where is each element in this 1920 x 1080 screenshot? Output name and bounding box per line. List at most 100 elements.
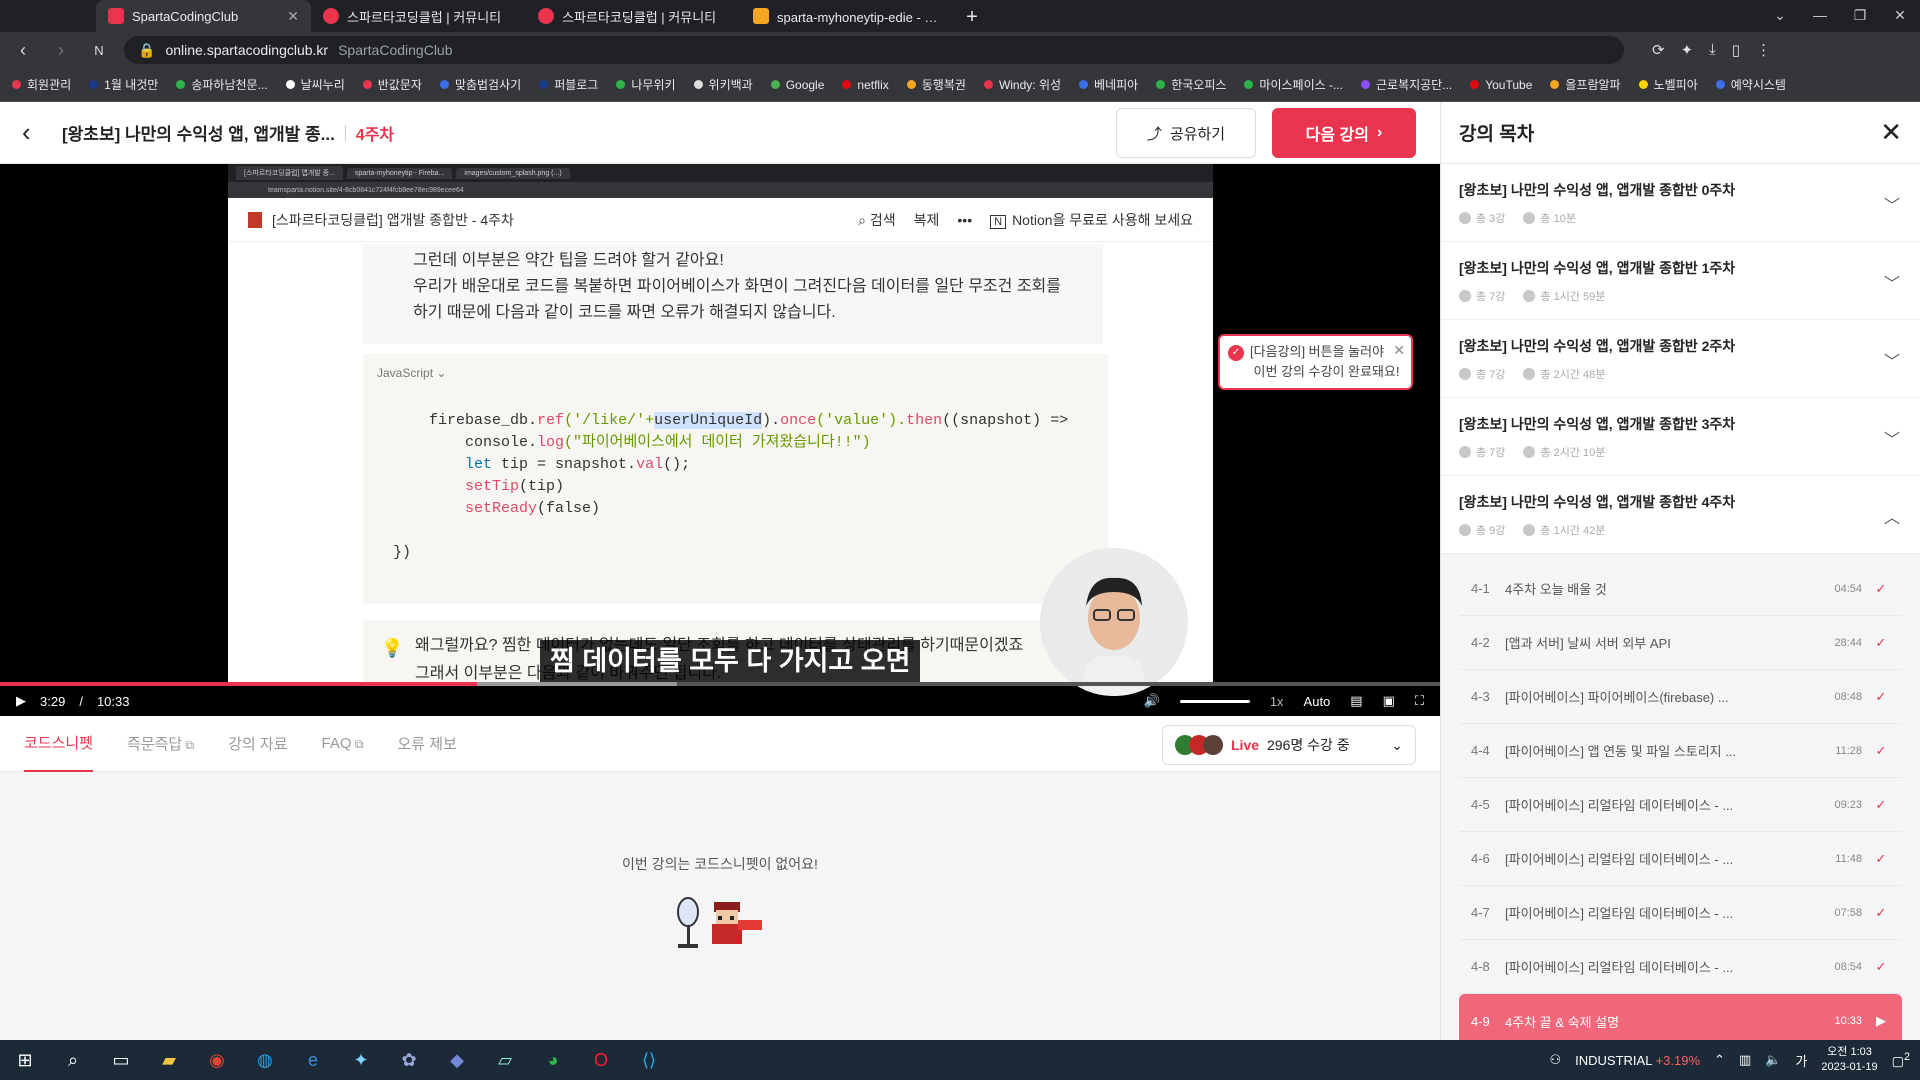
sidepanel-icon[interactable]: ▯ bbox=[1732, 41, 1740, 59]
bookmark-item[interactable]: 예약시스템 bbox=[1715, 76, 1786, 93]
lesson-item[interactable]: 4-6 [파이어베이스] 리얼타임 데이터베이스 - ... 11:48 ✓ bbox=[1459, 832, 1902, 886]
people-icon[interactable]: ⚇ bbox=[1549, 1052, 1561, 1068]
tab-1[interactable]: 즉문즉답 ⧉ bbox=[127, 733, 194, 754]
bookmark-item[interactable]: 올프람알파 bbox=[1550, 76, 1621, 93]
close-window-icon[interactable]: ✕ bbox=[1880, 0, 1920, 32]
chevron-down-icon[interactable]: ﹀ bbox=[1884, 426, 1900, 450]
bookmark-item[interactable]: 동행복권 bbox=[906, 76, 966, 93]
bookmark-item[interactable]: YouTube bbox=[1470, 78, 1532, 92]
extensions-icon[interactable]: ✦ bbox=[1681, 41, 1694, 59]
lesson-item[interactable]: 4-9 4주차 끝 & 숙제 설명 10:33 ▶ bbox=[1459, 994, 1902, 1040]
bookmark-item[interactable]: netflix bbox=[842, 78, 889, 92]
reload-icon[interactable]: ⟳ bbox=[1652, 41, 1665, 59]
chevron-up-icon[interactable]: ⌃ bbox=[1714, 1052, 1725, 1068]
app-icon[interactable]: ▱ bbox=[490, 1045, 520, 1075]
restore-icon[interactable]: ❐ bbox=[1840, 0, 1880, 32]
new-tab-button[interactable]: + bbox=[956, 2, 988, 32]
bookmark-item[interactable]: 마이스페이스 -... bbox=[1244, 76, 1343, 93]
chrome-icon[interactable]: ◉ bbox=[202, 1045, 232, 1075]
lesson-item[interactable]: 4-7 [파이어베이스] 리얼타임 데이터베이스 - ... 07:58 ✓ bbox=[1459, 886, 1902, 940]
back-chevron-icon[interactable]: ‹ bbox=[22, 117, 62, 148]
chevron-down-icon[interactable]: ﹀ bbox=[1884, 192, 1900, 216]
clock[interactable]: 오전 1:03 2023-01-19 bbox=[1821, 1045, 1877, 1075]
task-view-icon[interactable]: ▭ bbox=[106, 1045, 136, 1075]
back-arrow-icon[interactable]: ‹ bbox=[10, 40, 36, 61]
ie-icon[interactable]: e bbox=[298, 1045, 328, 1075]
network-icon[interactable]: ▥ bbox=[1739, 1052, 1751, 1068]
url-field[interactable]: 🔒 online.spartacodingclub.kr SpartaCodin… bbox=[124, 36, 1624, 64]
bookmark-item[interactable]: 맞춤법검사기 bbox=[439, 76, 521, 93]
live-viewers[interactable]: Live 296명 수강 중 ⌄ bbox=[1162, 725, 1416, 765]
quality-button[interactable]: Auto bbox=[1304, 694, 1331, 709]
play-icon[interactable]: ▶ bbox=[16, 693, 26, 709]
lesson-item[interactable]: 4-4 [파이어베이스] 앱 연동 및 파일 스토리지 ... 11:28 ✓ bbox=[1459, 724, 1902, 778]
forward-arrow-icon[interactable]: › bbox=[48, 40, 74, 61]
stock-widget[interactable]: INDUSTRIAL +3.19% bbox=[1575, 1053, 1700, 1068]
lesson-item[interactable]: 4-2 [앱과 서버] 날씨 서버 외부 API 28:44 ✓ bbox=[1459, 616, 1902, 670]
share-button[interactable]: ⤴ 공유하기 bbox=[1116, 108, 1256, 158]
bookmark-item[interactable]: 1월 내것만 bbox=[89, 76, 158, 93]
volume-icon[interactable]: 🔊 bbox=[1144, 693, 1160, 709]
ime-icon[interactable]: 가 bbox=[1795, 1051, 1807, 1070]
bookmark-item[interactable]: 반값문자 bbox=[362, 76, 422, 93]
lesson-item[interactable]: 4-3 [파이어베이스] 파이어베이스(firebase) ... 08:48 ✓ bbox=[1459, 670, 1902, 724]
bookmark-item[interactable]: 한국오피스 bbox=[1156, 76, 1226, 93]
windows-start-icon[interactable]: ⊞ bbox=[10, 1045, 40, 1075]
chevron-down-icon[interactable]: ⌄ bbox=[1760, 0, 1800, 32]
search-icon[interactable]: ⌕ bbox=[58, 1045, 88, 1075]
opera-icon[interactable]: O bbox=[586, 1045, 616, 1075]
lesson-item[interactable]: 4-8 [파이어베이스] 리얼타임 데이터베이스 - ... 08:54 ✓ bbox=[1459, 940, 1902, 994]
app-icon[interactable]: ✦ bbox=[346, 1045, 376, 1075]
minimize-icon[interactable]: — bbox=[1800, 0, 1840, 32]
bookmark-item[interactable]: 송파하남천문... bbox=[176, 76, 268, 93]
bookmark-item[interactable]: Google bbox=[770, 78, 824, 92]
bookmark-item[interactable]: 노벨피아 bbox=[1638, 76, 1698, 93]
pip-icon[interactable]: ▣ bbox=[1383, 693, 1395, 709]
volume-slider[interactable] bbox=[1179, 699, 1250, 703]
week-item[interactable]: [왕초보] 나만의 수익성 앱, 앱개발 종합반 2주차 총 7강 총 2시간 48… bbox=[1441, 320, 1920, 398]
volume-icon[interactable]: 🔈 bbox=[1765, 1052, 1781, 1068]
notification-icon[interactable]: ▢2 bbox=[1892, 1051, 1910, 1069]
video-player[interactable]: [스파르타코딩클럽] 앱개발 종... sparta-myhoneytip - … bbox=[0, 164, 1440, 716]
vscode-icon[interactable]: ⟨⟩ bbox=[634, 1045, 664, 1075]
app-icon[interactable]: ◕ bbox=[538, 1045, 568, 1075]
bookmark-item[interactable]: 위키백과 bbox=[693, 76, 753, 93]
speed-button[interactable]: 1x bbox=[1270, 694, 1284, 709]
lesson-item[interactable]: 4-5 [파이어베이스] 리얼타임 데이터베이스 - ... 09:23 ✓ bbox=[1459, 778, 1902, 832]
menu-dots-icon[interactable]: ⋮ bbox=[1756, 41, 1771, 59]
fullscreen-icon[interactable]: ⛶ bbox=[1415, 693, 1424, 709]
browser-tab-3[interactable]: sparta-myhoneytip-edie - 실시간 bbox=[741, 0, 956, 32]
bookmark-item[interactable]: 근로복지공단... bbox=[1360, 76, 1452, 93]
discord-icon[interactable]: ◆ bbox=[442, 1045, 472, 1075]
close-icon[interactable]: ✕ bbox=[287, 8, 299, 25]
notion-ext-icon[interactable]: N bbox=[86, 43, 112, 58]
tab-3[interactable]: FAQ ⧉ bbox=[322, 735, 364, 752]
app-icon[interactable]: ✿ bbox=[394, 1045, 424, 1075]
lesson-item[interactable]: 4-1 4주차 오늘 배울 것 04:54 ✓ bbox=[1459, 562, 1902, 616]
bookmark-item[interactable]: Windy: 위성 bbox=[983, 76, 1061, 93]
tab-2[interactable]: 강의 자료 bbox=[228, 733, 287, 754]
next-lecture-button[interactable]: 다음 강의 › bbox=[1272, 108, 1416, 158]
chevron-down-icon[interactable]: ﹀ bbox=[1884, 348, 1900, 372]
tab-0[interactable]: 코드스니펫 bbox=[24, 716, 94, 772]
bookmark-item[interactable]: 나무위키 bbox=[616, 76, 676, 93]
close-icon[interactable]: ✕ bbox=[1880, 117, 1902, 148]
browser-tab-1[interactable]: 스파르타코딩클럽 | 커뮤니티 bbox=[311, 0, 526, 32]
bookmark-item[interactable]: 퍼블로그 bbox=[539, 76, 598, 93]
file-explorer-icon[interactable]: ▰ bbox=[154, 1045, 184, 1075]
browser-tab-0[interactable]: SpartaCodingClub ✕ bbox=[96, 0, 311, 32]
bookmark-item[interactable]: 베네피아 bbox=[1079, 76, 1138, 93]
toast-close-icon[interactable]: ✕ bbox=[1393, 340, 1405, 360]
bookmark-item[interactable]: 날씨누리 bbox=[285, 76, 345, 93]
chevron-down-icon[interactable]: ﹀ bbox=[1884, 270, 1900, 294]
tab-4[interactable]: 오류 제보 bbox=[397, 733, 456, 754]
week-item[interactable]: [왕초보] 나만의 수익성 앱, 앱개발 종합반 3주차 총 7강 총 2시간 10… bbox=[1441, 398, 1920, 476]
bookmark-item[interactable]: 회원관리 bbox=[12, 76, 71, 93]
week-item[interactable]: [왕초보] 나만의 수익성 앱, 앱개발 종합반 0주차 총 3강 총 10분 ﹀ bbox=[1441, 164, 1920, 242]
chevron-up-icon[interactable]: ︿ bbox=[1884, 504, 1900, 528]
week-item[interactable]: [왕초보] 나만의 수익성 앱, 앱개발 종합반 4주차 총 9강 총 1시간 42… bbox=[1441, 476, 1920, 554]
edge-icon[interactable]: ◍ bbox=[250, 1045, 280, 1075]
week-item[interactable]: [왕초보] 나만의 수익성 앱, 앱개발 종합반 1주차 총 7강 총 1시간 59… bbox=[1441, 242, 1920, 320]
captions-icon[interactable]: ▤ bbox=[1350, 693, 1362, 709]
browser-tab-2[interactable]: 스파르타코딩클럽 | 커뮤니티 bbox=[526, 0, 741, 32]
